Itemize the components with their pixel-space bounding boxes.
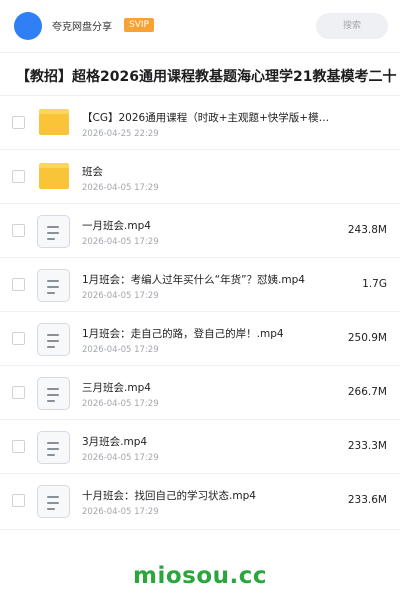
file-checkbox[interactable] bbox=[12, 386, 25, 399]
file-date: 2026-04-05 17:29 bbox=[82, 237, 159, 247]
file-checkbox[interactable] bbox=[12, 440, 25, 453]
file-icon bbox=[37, 431, 70, 464]
file-date: 2026-04-05 17:29 bbox=[82, 453, 159, 463]
share-title-bar: 【教招】超格2026通用课程教基题海心理学21教基模考二十 bbox=[0, 52, 400, 96]
file-name[interactable]: 十月班会：找回自己的学习状态.mp4 bbox=[82, 488, 256, 503]
file-row[interactable]: 三月班会.mp4 2026-04-05 17:29 266.7M bbox=[0, 366, 400, 420]
file-row[interactable]: 一月班会.mp4 2026-04-05 17:29 243.8M bbox=[0, 204, 400, 258]
file-icon bbox=[37, 377, 70, 410]
file-date: 2026-04-05 17:29 bbox=[82, 291, 159, 301]
file-row[interactable]: 班会 2026-04-05 17:29 bbox=[0, 150, 400, 204]
file-name[interactable]: 班会 bbox=[82, 164, 103, 179]
file-icon bbox=[37, 485, 70, 518]
header: 夸克网盘分享 SVIP 搜索 bbox=[0, 0, 400, 52]
file-icon bbox=[37, 323, 70, 356]
svip-badge: SVIP bbox=[124, 18, 154, 32]
file-size: 233.3M bbox=[347, 440, 387, 452]
file-name[interactable]: 【CG】2026通用课程（时政+主观题+快学版+模… bbox=[82, 110, 329, 125]
file-size: 233.6M bbox=[347, 494, 387, 506]
file-checkbox[interactable] bbox=[12, 332, 25, 345]
file-row[interactable]: 3月班会.mp4 2026-04-05 17:29 233.3M bbox=[0, 420, 400, 474]
file-name[interactable]: 一月班会.mp4 bbox=[82, 218, 151, 233]
file-date: 2026-04-05 17:29 bbox=[82, 507, 159, 517]
file-size: 1.7G bbox=[362, 278, 387, 290]
file-list: 【CG】2026通用课程（时政+主观题+快学版+模… 2026-04-25 22:… bbox=[0, 96, 400, 530]
file-size: 243.8M bbox=[347, 224, 387, 236]
file-checkbox[interactable] bbox=[12, 278, 25, 291]
file-row[interactable]: 【CG】2026通用课程（时政+主观题+快学版+模… 2026-04-25 22:… bbox=[0, 96, 400, 150]
file-checkbox[interactable] bbox=[12, 224, 25, 237]
file-size: 266.7M bbox=[347, 386, 387, 398]
folder-icon bbox=[39, 163, 69, 189]
file-row[interactable]: 十月班会：找回自己的学习状态.mp4 2026-04-05 17:29 233.6M bbox=[0, 474, 400, 530]
file-date: 2026-04-25 22:29 bbox=[82, 129, 159, 139]
file-name[interactable]: 三月班会.mp4 bbox=[82, 380, 151, 395]
file-size: 250.9M bbox=[347, 332, 387, 344]
search-button[interactable]: 搜索 bbox=[316, 13, 388, 39]
share-title: 【教招】超格2026通用课程教基题海心理学21教基模考二十 bbox=[16, 69, 397, 85]
file-name[interactable]: 3月班会.mp4 bbox=[82, 434, 147, 449]
avatar[interactable] bbox=[14, 12, 42, 40]
watermark: miosou.cc bbox=[132, 563, 268, 589]
file-checkbox[interactable] bbox=[12, 170, 25, 183]
file-row[interactable]: 1月班会：考编人过年买什么“年货”？怼姨.mp4 2026-04-05 17:29… bbox=[0, 258, 400, 312]
file-icon bbox=[37, 269, 70, 302]
file-icon bbox=[37, 215, 70, 248]
file-row[interactable]: 1月班会：走自己的路，登自己的岸！.mp4 2026-04-05 17:29 250… bbox=[0, 312, 400, 366]
folder-icon bbox=[39, 109, 69, 135]
file-checkbox[interactable] bbox=[12, 116, 25, 129]
file-checkbox[interactable] bbox=[12, 494, 25, 507]
file-name[interactable]: 1月班会：走自己的路，登自己的岸！.mp4 bbox=[82, 326, 284, 341]
file-name[interactable]: 1月班会：考编人过年买什么“年货”？怼姨.mp4 bbox=[82, 272, 305, 287]
site-name: 夸克网盘分享 bbox=[52, 22, 112, 33]
file-date: 2026-04-05 17:29 bbox=[82, 399, 159, 409]
file-date: 2026-04-05 17:29 bbox=[82, 345, 159, 355]
file-date: 2026-04-05 17:29 bbox=[82, 183, 159, 193]
